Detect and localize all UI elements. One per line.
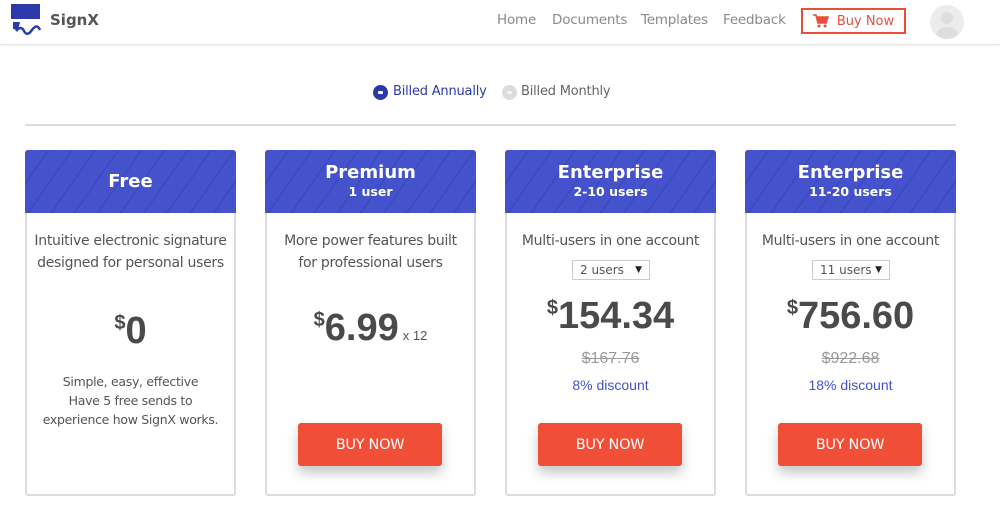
currency-symbol: $ <box>313 309 325 331</box>
nav-documents[interactable]: Documents <box>552 12 627 28</box>
plan-card-premium: Premium 1 user More power features built… <box>265 150 476 496</box>
billed-annually-label[interactable]: Billed Annually <box>393 84 487 99</box>
billed-monthly-label[interactable]: Billed Monthly <box>521 84 611 99</box>
original-price: $922.68 <box>821 350 880 367</box>
plan-description: Multi-users in one account <box>521 233 700 249</box>
plan-card-free: Free Intuitive electronic signature desi… <box>25 150 236 496</box>
plan-subtitle: 11-20 users <box>809 184 892 199</box>
buy-now-nav-label: Buy Now <box>836 13 895 29</box>
plan-description: Intuitive electronic signature designed … <box>34 233 227 271</box>
users-select[interactable]: 11 users ▼ <box>812 260 890 280</box>
original-price: $167.76 <box>581 350 640 367</box>
buy-now-nav-button[interactable]: Buy Now <box>801 8 906 34</box>
discount-label: 18% discount <box>808 377 893 393</box>
user-icon <box>936 12 958 39</box>
plan-name: Premium <box>325 162 416 183</box>
price-amount: 0 <box>125 310 147 352</box>
price-amount: 6.99 <box>324 307 399 349</box>
billed-annually-radio[interactable] <box>373 85 388 100</box>
nav-templates[interactable]: Templates <box>641 12 708 28</box>
billed-monthly-radio[interactable] <box>502 85 517 100</box>
user-avatar[interactable] <box>930 5 964 39</box>
plan-card-enterprise-2-10: Enterprise 2-10 users Multi-users in one… <box>505 150 716 496</box>
plan-header: Enterprise 11-20 users <box>745 150 956 213</box>
cart-icon <box>812 14 829 28</box>
discount-label: 8% discount <box>572 377 649 393</box>
currency-symbol: $ <box>786 297 798 319</box>
plan-subtitle: 2-10 users <box>573 184 648 199</box>
buy-now-button[interactable]: BUY NOW <box>778 423 922 466</box>
price-amount: 154.34 <box>557 295 675 337</box>
price-amount: 756.60 <box>797 295 915 337</box>
plan-name: Free <box>108 171 153 192</box>
plan-price: $756.60 <box>747 295 954 338</box>
plan-card-enterprise-11-20: Enterprise 11-20 users Multi-users in on… <box>745 150 956 496</box>
brand-name[interactable]: SignX <box>50 11 99 29</box>
nav-home[interactable]: Home <box>497 12 536 28</box>
plan-name: Enterprise <box>797 162 904 183</box>
signx-logo-icon[interactable] <box>10 3 42 37</box>
plan-name: Enterprise <box>557 162 664 183</box>
plan-price: $6.99 x 12 <box>267 307 474 350</box>
top-navbar: SignX Home Documents Templates Feedback … <box>0 0 1000 45</box>
divider <box>25 124 956 126</box>
buy-now-button[interactable]: BUY NOW <box>538 423 682 466</box>
currency-symbol: $ <box>546 297 558 319</box>
billing-period-toggle: Billed Annually Billed Monthly <box>0 84 1000 102</box>
plan-description: More power features built for profession… <box>284 233 457 271</box>
plan-subtitle: 1 user <box>348 184 393 199</box>
plan-header: Enterprise 2-10 users <box>505 150 716 213</box>
plan-note: Simple, easy, effective Have 5 free send… <box>27 372 234 429</box>
plan-header: Free <box>25 150 236 213</box>
users-select-value: 11 users <box>820 263 872 277</box>
users-select-value: 2 users <box>580 263 624 277</box>
dropdown-arrow-icon: ▼ <box>875 265 882 275</box>
currency-symbol: $ <box>114 312 126 334</box>
nav-feedback[interactable]: Feedback <box>723 12 786 28</box>
dropdown-arrow-icon: ▼ <box>635 265 642 275</box>
plan-note-line: experience how SignX works. <box>42 412 219 427</box>
plan-note-line: Simple, easy, effective <box>62 374 199 389</box>
buy-now-button[interactable]: BUY NOW <box>298 423 442 466</box>
plan-description: Multi-users in one account <box>761 233 940 249</box>
price-multiplier: x 12 <box>402 328 428 343</box>
plan-note-line: Have 5 free sends to <box>68 393 193 408</box>
users-select[interactable]: 2 users ▼ <box>572 260 650 280</box>
plan-header: Premium 1 user <box>265 150 476 213</box>
plan-price: $154.34 <box>507 295 714 338</box>
plan-price: $0 <box>27 310 234 353</box>
